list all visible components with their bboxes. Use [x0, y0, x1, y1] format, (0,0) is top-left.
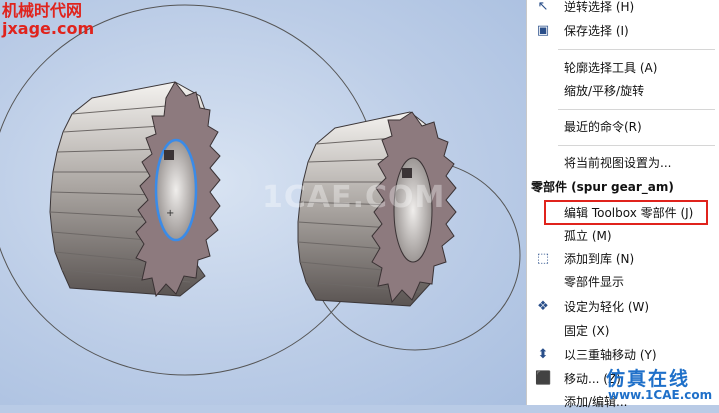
- save-selection-icon: ▣: [536, 23, 550, 38]
- menu-item-add-to-library[interactable]: ⬚ 添加到库 (N): [527, 248, 719, 270]
- menu-item-isolate[interactable]: 孤立 (M): [527, 225, 719, 247]
- menu-item-set-lightweight[interactable]: ❖ 设定为轻化 (W): [527, 296, 719, 318]
- menu-item-set-current-view[interactable]: 将当前视图设置为...: [527, 152, 719, 174]
- svg-text:+: +: [166, 208, 174, 219]
- highlight-box: [544, 200, 708, 225]
- menu-item-zoom-pan-rotate[interactable]: 缩放/平移/旋转: [527, 80, 719, 102]
- menu-item-save-selection[interactable]: ▣ 保存选择 (I): [527, 20, 719, 42]
- watermark-brand-text: 仿真在线: [606, 368, 691, 390]
- watermark-url: www.1CAE.com: [608, 388, 713, 402]
- menu-item-fix[interactable]: 固定 (X): [527, 320, 719, 342]
- menu-item-label: 固定 (X): [564, 324, 610, 338]
- menu-separator: [558, 109, 715, 110]
- menu-item-label: 孤立 (M): [564, 229, 612, 243]
- menu-item-label: 设定为轻化 (W): [564, 300, 650, 314]
- menu-item-label: 最近的命令(R): [564, 120, 642, 134]
- cursor-arrow-icon: ↖: [537, 0, 549, 14]
- watermark-line1: 机械时代网: [2, 1, 83, 20]
- menu-item-label: 缩放/平移/旋转: [564, 84, 645, 98]
- menu-item-label: 以三重轴移动 (Y): [564, 348, 657, 362]
- menu-item-recent-commands[interactable]: 最近的命令(R): [527, 116, 719, 138]
- watermark-brand: 仿真在线 www.1CAE.com: [598, 364, 719, 405]
- watermark-line2: jxage.com: [2, 19, 95, 38]
- menu-item-label: 添加到库 (N): [564, 252, 635, 266]
- menu-separator: [558, 49, 715, 50]
- menu-item-label: 将当前视图设置为...: [564, 156, 672, 170]
- menu-item-label: 保存选择 (I): [564, 24, 629, 38]
- add-to-library-icon: ⬚: [536, 251, 550, 266]
- triad-move-icon: ⬍: [537, 347, 549, 362]
- move-icon: ⬛: [535, 371, 552, 386]
- menu-item-invert-selection[interactable]: ↖ 逆转选择 (H): [527, 0, 719, 18]
- menu-item-label: 轮廓选择工具 (A): [564, 61, 658, 75]
- menu-section-header: 零部件 (spur gear_am): [531, 180, 674, 194]
- menu-item-label: 零部件显示: [564, 275, 625, 289]
- menu-separator: [558, 145, 715, 146]
- watermark-center: 1CAE.COM: [262, 180, 446, 215]
- watermark-site: 机械时代网 jxage.com: [2, 2, 94, 38]
- menu-item-contour-select[interactable]: 轮廓选择工具 (A): [527, 57, 719, 79]
- lightweight-icon: ❖: [537, 299, 549, 314]
- graphics-viewport[interactable]: + 机械时代网 jxage.com 1CAE.COM: [0, 0, 526, 405]
- gear-left[interactable]: +: [49, 81, 221, 298]
- menu-item-component-display[interactable]: 零部件显示: [527, 271, 719, 293]
- menu-item-label: 逆转选择 (H): [564, 0, 635, 14]
- menu-item-move-with-triad[interactable]: ⬍ 以三重轴移动 (Y): [527, 344, 719, 366]
